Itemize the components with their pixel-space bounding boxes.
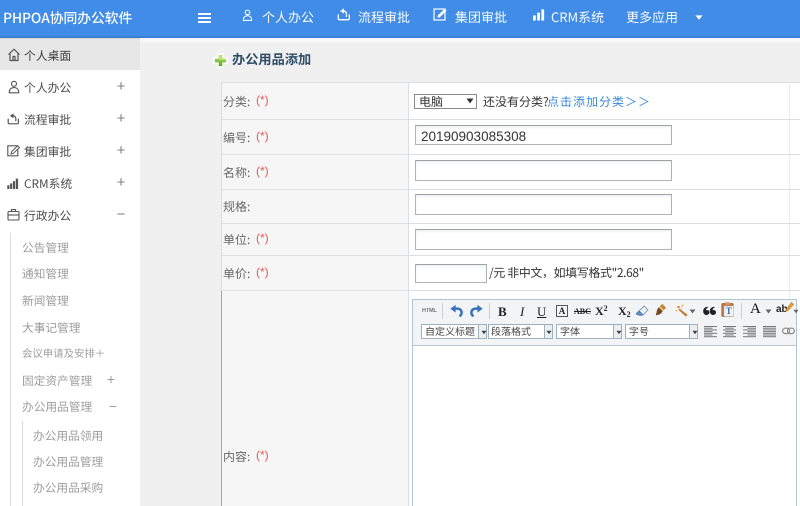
svg-text:T: T <box>726 306 732 316</box>
